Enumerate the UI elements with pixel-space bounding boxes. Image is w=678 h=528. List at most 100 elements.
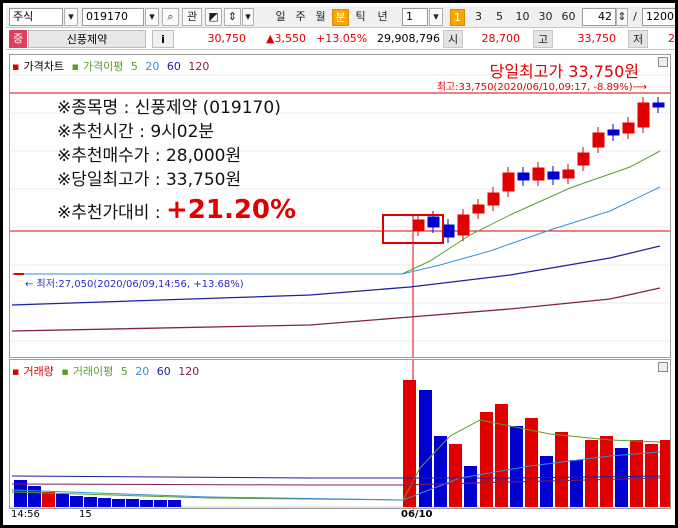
period-button[interactable]: 분 [332, 9, 349, 26]
market-badge: 증 [9, 30, 27, 48]
candle-body [577, 152, 590, 166]
market-select[interactable]: 주식 [9, 8, 63, 26]
volume-bar [510, 426, 523, 507]
candle-body [547, 171, 560, 180]
spin-up-down-icon[interactable]: ⇕ [224, 8, 241, 26]
toolbar-row-1: 주식 ▾ 019170 ▾ ⌕ 관 ◩ ⇕ ▾ 1 ▾ 42 ⇕ / 1200 … [6, 6, 675, 28]
volume-bar [495, 404, 508, 507]
volume-bar [126, 499, 139, 507]
relation-button[interactable]: 관 [182, 8, 202, 26]
chart-type-icon[interactable]: ◩ [205, 8, 222, 26]
period-button[interactable]: 틱 [352, 9, 369, 26]
volume-bar [28, 486, 41, 507]
volume-bar [168, 500, 181, 507]
minute-button[interactable]: 5 [492, 9, 507, 26]
volume-ma-120: 120 [178, 365, 200, 378]
market-select-value: 주식 [13, 10, 34, 23]
trade-volume: 29,908,796 [377, 32, 440, 45]
volume-bar [570, 460, 583, 507]
price-legend-marker: ▪ [12, 60, 20, 73]
info-button[interactable]: i [152, 30, 174, 48]
volume-bar [140, 500, 153, 507]
minute-button[interactable]: 60 [559, 9, 578, 26]
volume-bar [70, 496, 83, 507]
volume-bar [630, 440, 643, 507]
volume-chart-svg [10, 360, 670, 508]
relation-label: 관 [186, 10, 198, 23]
period-button[interactable]: 주 [292, 9, 309, 26]
count-total-value: 1200 [646, 10, 674, 23]
price-ma-120: 120 [188, 60, 210, 73]
minute-button[interactable]: 1 [450, 9, 465, 26]
volume-bar [464, 466, 477, 507]
volume-legend: ▪ 거래량 ▪ 거래이평 5 20 60 120 [12, 363, 203, 378]
recommendation-overlay: ※종목명 : 신풍제약 (019170) ※추천시간 : 9시02분 ※추천매수… [57, 96, 296, 225]
count-spin-icon[interactable]: ⇕ [616, 8, 628, 26]
minute-button[interactable]: 30 [536, 9, 555, 26]
candle-body [517, 172, 530, 181]
volume-bar [112, 499, 125, 507]
day-high-note: 최고:33,750(2020/06/10,09:17, -8.89%)⟶ [436, 82, 647, 93]
volume-panel-tab[interactable] [658, 362, 668, 372]
period-button[interactable]: 월 [312, 9, 329, 26]
interval-dropdown-icon[interactable]: ▾ [429, 8, 443, 26]
count-divider: / [633, 10, 637, 23]
market-badge-label: 증 [12, 32, 24, 45]
period-button[interactable]: 일 [272, 9, 289, 26]
minute-button[interactable]: 3 [471, 9, 486, 26]
low-price: 2 [668, 32, 675, 45]
price-change-pct: +13.05% [316, 32, 368, 45]
candle-body [412, 219, 425, 231]
high-price: 33,750 [577, 32, 617, 45]
candle-body [502, 172, 515, 192]
overlay-gain-label: ※추천가대비 : [57, 203, 166, 223]
chart-window: 주식 ▾ 019170 ▾ ⌕ 관 ◩ ⇕ ▾ 1 ▾ 42 ⇕ / 1200 … [0, 0, 678, 528]
price-change: ▲3,550 [266, 32, 306, 45]
current-price: 30,750 [207, 32, 247, 45]
candle-body [457, 214, 470, 236]
candle-body [607, 129, 620, 136]
volume-bar [98, 498, 111, 507]
overlay-stock-name: ※종목명 : 신풍제약 (019170) [57, 98, 281, 118]
candle-body [637, 102, 650, 128]
count-value: 42 [598, 10, 612, 23]
info-label: i [161, 33, 165, 46]
volume-bar [42, 492, 55, 507]
period-button[interactable]: 년 [374, 9, 391, 26]
price-legend: ▪ 가격차트 ▪ 가격이평 5 20 60 120 [12, 58, 213, 73]
stock-name[interactable]: 신풍제약 [28, 30, 146, 48]
price-panel-tab[interactable] [658, 57, 668, 67]
overlay-rec-time: ※추천시간 : 9시02분 [57, 122, 215, 142]
volume-bar [56, 494, 69, 507]
search-icon[interactable]: ⌕ [162, 8, 179, 26]
x-tick-label: 14:56 [11, 509, 40, 520]
volume-bar [555, 432, 568, 507]
market-dropdown-icon[interactable]: ▾ [64, 8, 78, 26]
candle-body [442, 224, 455, 238]
candle-body [652, 102, 665, 108]
volume-ma-label: 거래이평 [72, 365, 114, 378]
candle-body [532, 167, 545, 181]
candle-body [487, 192, 500, 206]
volume-bar [660, 440, 670, 507]
volume-bar [84, 497, 97, 507]
price-ma-60: 60 [166, 60, 181, 73]
volume-bar [615, 448, 628, 507]
overlay-gain-row: ※추천가대비 : +21.20% [57, 197, 296, 225]
x-tick-label: 06/10 [401, 509, 433, 520]
volume-panel[interactable]: ▪ 거래량 ▪ 거래이평 5 20 60 120 [9, 359, 671, 509]
price-ma-marker: ▪ [71, 60, 79, 73]
volume-legend-title: 거래량 [23, 365, 54, 378]
count-input[interactable]: 42 [582, 8, 616, 26]
ma120-line [11, 287, 661, 332]
minute-button[interactable]: 10 [513, 9, 532, 26]
interval-input[interactable]: 1 [402, 8, 428, 26]
code-dropdown-icon[interactable]: ▾ [145, 8, 159, 26]
overlay-day-high: ※당일최고가 : 33,750원 [57, 170, 242, 190]
price-ma-20: 20 [145, 60, 160, 73]
low-label: 저 [628, 30, 648, 48]
stock-code-input[interactable]: 019170 [82, 8, 144, 26]
volume-ma-5: 5 [120, 365, 128, 378]
spin-dropdown-icon[interactable]: ▾ [242, 8, 254, 26]
candle-body [562, 169, 575, 179]
